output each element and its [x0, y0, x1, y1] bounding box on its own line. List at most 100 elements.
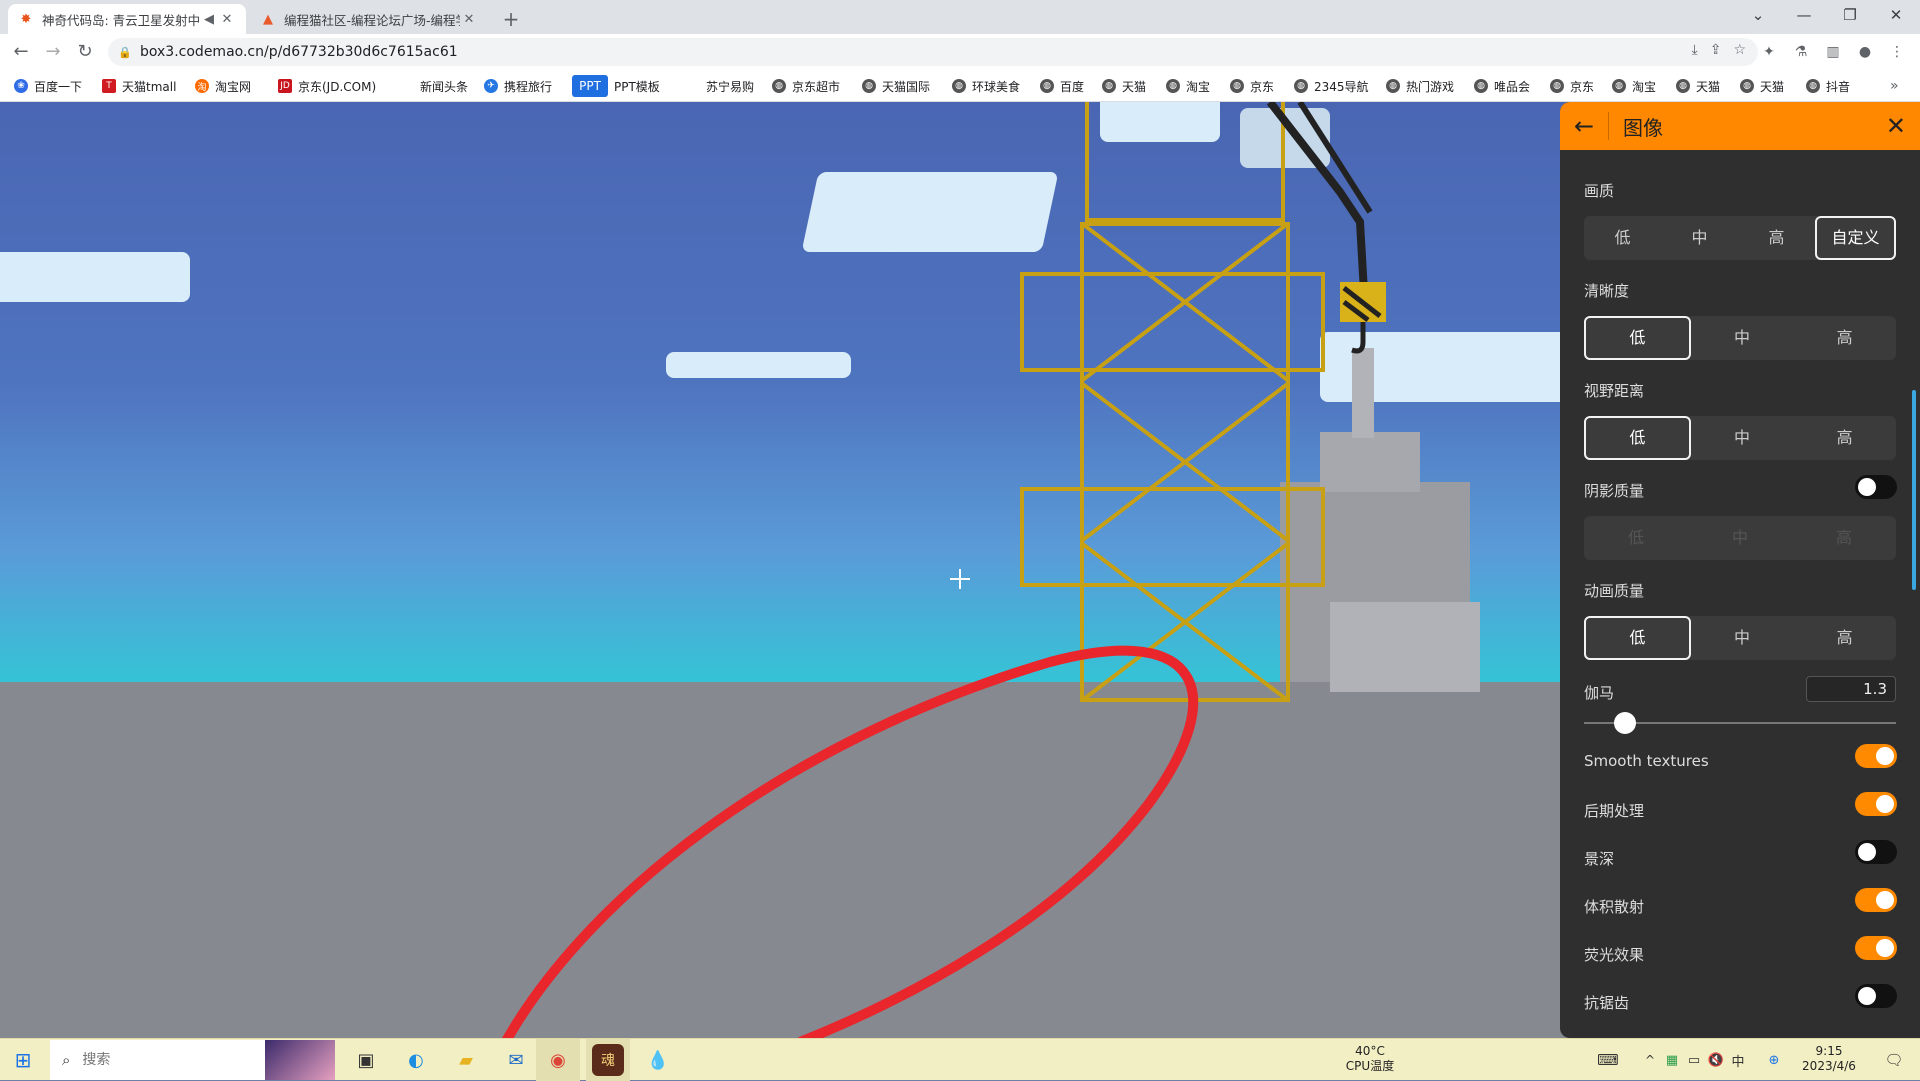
volume-muted-icon[interactable]: 🔇 — [1706, 1039, 1726, 1081]
bookmark-item[interactable]: 苏宁易购 — [706, 76, 754, 96]
tab-close-icon[interactable]: ✕ — [460, 12, 478, 27]
back-arrow-icon[interactable]: ← — [1560, 112, 1608, 140]
restore-button[interactable]: ❐ — [1827, 0, 1873, 34]
tab-search-icon[interactable]: ⌄ — [1735, 0, 1781, 34]
gamma-input[interactable] — [1806, 676, 1896, 702]
reload-button[interactable]: ↻ — [72, 39, 98, 65]
bookmark-item[interactable]: ✈ 携程旅行 — [484, 76, 552, 96]
bookmark-item[interactable]: ◍ 淘宝 — [1166, 76, 1210, 96]
forward-button[interactable]: → — [40, 39, 66, 65]
quality-low-option[interactable]: 低 — [1584, 216, 1661, 260]
close-icon[interactable]: ✕ — [1886, 112, 1906, 140]
back-button[interactable]: ← — [8, 39, 34, 65]
view-distance-high-option[interactable]: 高 — [1793, 416, 1896, 460]
bookmark-item[interactable]: ◍ 京东 — [1550, 76, 1594, 96]
post-processing-toggle[interactable] — [1855, 792, 1897, 816]
lab-icon[interactable]: ⚗ — [1788, 39, 1814, 65]
mail-icon: ✉ — [508, 1049, 524, 1071]
view-distance-medium-option[interactable]: 中 — [1691, 416, 1794, 460]
bookmark-item[interactable]: ◍ 天猫 — [1740, 76, 1784, 96]
animation-high-option[interactable]: 高 — [1793, 616, 1896, 660]
edge-taskbar-button[interactable]: ◐ — [394, 1039, 438, 1081]
bookmark-item[interactable]: ◍ 环球美食 — [952, 76, 1020, 96]
bookmarks-overflow-icon[interactable]: » — [1890, 76, 1899, 96]
panel-scrollbar[interactable] — [1912, 390, 1916, 590]
tray-app-icon[interactable]: ▦ — [1662, 1039, 1682, 1081]
windows-start-icon[interactable]: ⊞ — [0, 1039, 46, 1081]
search-icon: ⌕ — [62, 1051, 71, 1069]
side-panel-icon[interactable]: ▥ — [1820, 39, 1846, 65]
bookmark-item[interactable]: JD 京东(JD.COM) — [278, 76, 376, 96]
minimize-button[interactable]: — — [1781, 0, 1827, 34]
shadow-low-option: 低 — [1627, 528, 1644, 547]
resolution-medium-option[interactable]: 中 — [1691, 316, 1794, 360]
bookmark-item[interactable]: 新闻头条 — [420, 76, 468, 96]
anti-aliasing-toggle[interactable] — [1855, 984, 1897, 1008]
folder-icon: ▰ — [459, 1049, 473, 1071]
taskbar-search-input[interactable] — [80, 1051, 245, 1069]
explorer-taskbar-button[interactable]: ▰ — [444, 1039, 488, 1081]
bookmark-item[interactable]: ◍ 天猫 — [1676, 76, 1720, 96]
bookmark-item[interactable]: ◍ 2345导航 — [1294, 76, 1369, 96]
bookmark-item[interactable]: ◍ 抖音 — [1806, 76, 1850, 96]
gamma-slider-knob[interactable] — [1613, 712, 1636, 734]
mail-taskbar-button[interactable]: ✉ — [494, 1039, 538, 1081]
bookmark-item[interactable]: ❀ 百度一下 — [14, 76, 82, 96]
bookmark-star-icon[interactable]: ☆ — [1733, 42, 1746, 58]
address-bar[interactable]: 🔒 box3.codemao.cn/p/d67732b30d6c7615ac61… — [108, 38, 1758, 66]
keyboard-icon[interactable]: ⌨ — [1594, 1039, 1622, 1081]
tab-close-icon[interactable]: ✕ — [218, 12, 236, 27]
tab-community[interactable]: ▲ 编程猫社区-编程论坛广场-编程学... ✕ — [250, 4, 488, 34]
bookmark-item[interactable]: T 天猫tmall — [102, 76, 176, 96]
new-tab-button[interactable]: + — [498, 6, 524, 32]
shadow-toggle[interactable] — [1855, 475, 1897, 499]
globe-icon: ◍ — [952, 79, 966, 93]
menu-kebab-icon[interactable]: ⋮ — [1884, 39, 1910, 65]
bookmark-item[interactable]: ◍ 唯品会 — [1474, 76, 1530, 96]
view-distance-low-option[interactable]: 低 — [1584, 416, 1691, 460]
bookmark-item[interactable]: ◍ 淘宝 — [1612, 76, 1656, 96]
depth-of-field-toggle[interactable] — [1855, 840, 1897, 864]
quality-custom-option[interactable]: 自定义 — [1815, 216, 1896, 260]
tray-chevron-icon[interactable]: ^ — [1640, 1039, 1660, 1081]
bookmark-item[interactable]: ◍ 京东超市 — [772, 76, 840, 96]
network-icon[interactable]: ▭ — [1684, 1039, 1704, 1081]
bookmark-item[interactable]: ◍ 天猫国际 — [862, 76, 930, 96]
resolution-high-option[interactable]: 高 — [1793, 316, 1896, 360]
close-window-button[interactable]: ✕ — [1873, 0, 1919, 34]
smooth-textures-toggle[interactable] — [1855, 744, 1897, 768]
tab-codemao-island[interactable]: ✸ 神奇代码岛: 青云卫星发射中... ◀ ✕ — [8, 4, 246, 34]
bookmark-item[interactable]: ◍ 京东 — [1230, 76, 1274, 96]
resolution-low-option[interactable]: 低 — [1584, 316, 1691, 360]
ime-icon[interactable]: ⊕ — [1764, 1039, 1784, 1081]
task-view-icon[interactable]: ▣ — [344, 1039, 388, 1081]
quality-high-option[interactable]: 高 — [1738, 216, 1815, 260]
volumetric-scattering-toggle[interactable] — [1855, 888, 1897, 912]
edge-icon: ◐ — [408, 1049, 424, 1071]
app-taskbar-button[interactable]: 💧 — [636, 1039, 680, 1081]
quality-medium-option[interactable]: 中 — [1661, 216, 1738, 260]
taobao-icon: 淘 — [195, 79, 209, 93]
speaker-icon[interactable]: ◀ — [200, 12, 218, 27]
globe-icon: ◍ — [1294, 79, 1308, 93]
taskbar-search[interactable]: ⌕ — [50, 1040, 335, 1080]
bloom-toggle[interactable] — [1855, 936, 1897, 960]
extensions-icon[interactable]: ✦ — [1756, 39, 1782, 65]
game-taskbar-button[interactable]: 魂 — [586, 1039, 630, 1081]
droplet-icon: 💧 — [646, 1049, 670, 1071]
profile-avatar-icon[interactable]: ● — [1852, 39, 1878, 65]
bookmark-item[interactable]: 淘淘宝网 — [195, 76, 251, 96]
bookmark-item[interactable]: ◍ 天猫 — [1102, 76, 1146, 96]
bookmark-item[interactable]: PPT PPT模板 — [572, 75, 660, 97]
panel-title: 图像 — [1623, 115, 1663, 140]
notification-icon[interactable]: 🗨 — [1874, 1039, 1914, 1081]
bookmark-item[interactable]: ◍ 热门游戏 — [1386, 76, 1454, 96]
chrome-taskbar-button[interactable]: ◉ — [536, 1039, 580, 1081]
clock[interactable]: 9:15 2023/4/6 — [1794, 1044, 1864, 1074]
install-icon[interactable]: ⤓ — [1692, 42, 1698, 58]
input-method-icon[interactable]: 中 — [1728, 1039, 1748, 1081]
animation-low-option[interactable]: 低 — [1584, 616, 1691, 660]
bookmark-item[interactable]: ◍ 百度 — [1040, 76, 1084, 96]
animation-medium-option[interactable]: 中 — [1691, 616, 1794, 660]
share-icon[interactable]: ⇪ — [1710, 42, 1722, 58]
